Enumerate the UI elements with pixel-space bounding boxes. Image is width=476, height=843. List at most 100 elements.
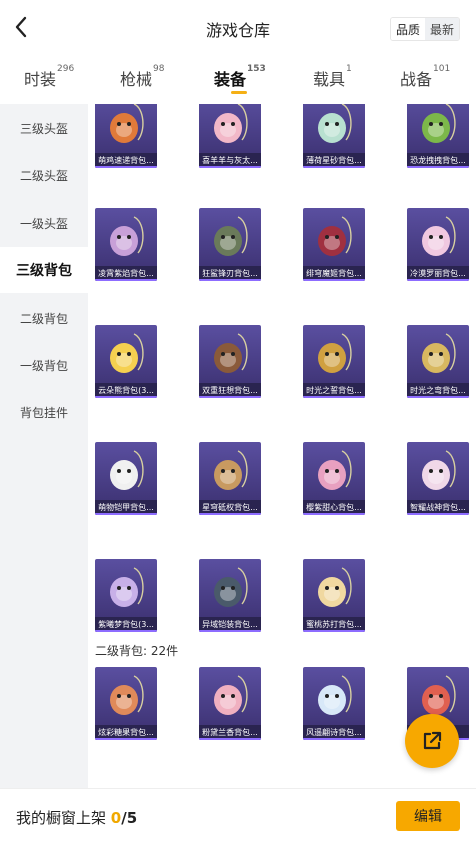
- item-card[interactable]: 智耀战神背包...: [407, 442, 469, 515]
- sidebar-item-level3-backpack[interactable]: 三级背包: [0, 247, 88, 293]
- item-card[interactable]: 狂鲨锋刃背包...: [199, 208, 261, 281]
- tab-count: 296: [57, 64, 75, 74]
- item-card[interactable]: 凌霄紫焰背包...: [95, 208, 157, 281]
- tab-count: 101: [433, 64, 451, 74]
- backpack-icon: [407, 325, 469, 383]
- tab-equipment[interactable]: 装备153: [214, 64, 266, 90]
- backpack-icon: [303, 442, 365, 500]
- showcase-count: 0: [110, 809, 122, 827]
- sort-newest-option[interactable]: 最新: [425, 18, 459, 40]
- rarity-bar: [303, 396, 365, 398]
- rarity-bar: [95, 279, 157, 281]
- sidebar-item-level1-helmet[interactable]: 一级头盔: [0, 200, 88, 246]
- item-card[interactable]: 星穹砥权背包...: [199, 442, 261, 515]
- item-card[interactable]: 时光之誓背包...: [303, 325, 365, 398]
- tab-vehicles[interactable]: 载具1: [313, 64, 352, 90]
- showcase-bar: 我的橱窗上架 0/5 编辑: [0, 788, 476, 843]
- showcase-total: /5: [121, 809, 138, 827]
- rarity-bar: [199, 513, 261, 515]
- item-card[interactable]: 云朵熊背包(3...: [95, 325, 157, 398]
- rarity-bar: [199, 738, 261, 740]
- backpack-icon: [199, 559, 261, 617]
- rarity-bar: [303, 738, 365, 740]
- sidebar-item-backpack-charm[interactable]: 背包挂件: [0, 389, 88, 435]
- rarity-bar: [199, 279, 261, 281]
- backpack-icon: [199, 667, 261, 725]
- top-bar: 游戏仓库 品质 最新: [0, 0, 476, 56]
- item-card[interactable]: 萌物铠甲背包...: [95, 442, 157, 515]
- item-card[interactable]: 风遥翩诗背包...: [303, 667, 365, 740]
- sidebar-item-level2-backpack[interactable]: 二级背包: [0, 295, 88, 341]
- item-card[interactable]: 喜羊羊与灰太...: [199, 104, 261, 168]
- rarity-bar: [95, 513, 157, 515]
- rarity-bar: [303, 513, 365, 515]
- tab-label: 枪械: [120, 70, 153, 89]
- active-tab-indicator: [231, 91, 247, 94]
- category-tabs: 时装296 枪械98 装备153 载具1 战备101: [0, 56, 476, 102]
- rarity-bar: [303, 166, 365, 168]
- showcase-label: 我的橱窗上架: [16, 809, 107, 827]
- backpack-icon: [199, 208, 261, 266]
- backpack-icon: [199, 104, 261, 153]
- rarity-bar: [303, 630, 365, 632]
- section-header: 二级背包: 22件: [95, 644, 179, 658]
- external-link-icon: [423, 731, 442, 750]
- backpack-icon: [95, 208, 157, 266]
- edit-button[interactable]: 编辑: [396, 801, 460, 831]
- rarity-bar: [95, 166, 157, 168]
- rarity-bar: [303, 279, 365, 281]
- rarity-bar: [199, 630, 261, 632]
- item-card[interactable]: 紫曦梦背包(3...: [95, 559, 157, 632]
- item-card[interactable]: 樱紫甜心背包...: [303, 442, 365, 515]
- rarity-bar: [407, 513, 469, 515]
- backpack-icon: [95, 104, 157, 153]
- item-card[interactable]: 恐龙拽拽背包...: [407, 104, 469, 168]
- item-card[interactable]: 萌鸡速递背包...: [95, 104, 157, 168]
- backpack-icon: [407, 442, 469, 500]
- tab-count: 98: [153, 64, 165, 74]
- rarity-bar: [407, 166, 469, 168]
- sidebar-item-level1-backpack[interactable]: 一级背包: [0, 342, 88, 388]
- sidebar-item-level2-helmet[interactable]: 二级头盔: [0, 152, 88, 198]
- tab-label: 装备: [214, 70, 247, 89]
- item-card[interactable]: 薄荷星砂背包...: [303, 104, 365, 168]
- backpack-icon: [303, 104, 365, 153]
- tab-count: 153: [247, 64, 266, 74]
- backpack-icon: [407, 208, 469, 266]
- item-card[interactable]: 冷漠罗丽背包...: [407, 208, 469, 281]
- item-card[interactable]: 粉黛兰香背包...: [199, 667, 261, 740]
- item-card[interactable]: 蜜桃苏打背包...: [303, 559, 365, 632]
- backpack-icon: [303, 667, 365, 725]
- rarity-bar: [407, 396, 469, 398]
- sidebar-item-level3-helmet[interactable]: 三级头盔: [0, 105, 88, 151]
- showcase-status: 我的橱窗上架 0/5: [16, 807, 137, 828]
- item-card[interactable]: 异域铠装背包...: [199, 559, 261, 632]
- rarity-bar: [95, 630, 157, 632]
- backpack-icon: [95, 325, 157, 383]
- sort-toggle[interactable]: 品质 最新: [390, 17, 460, 41]
- rarity-bar: [199, 396, 261, 398]
- item-card[interactable]: 双重狂想背包...: [199, 325, 261, 398]
- backpack-icon: [303, 559, 365, 617]
- tab-battle-gear[interactable]: 战备101: [400, 64, 451, 90]
- backpack-icon: [199, 325, 261, 383]
- backpack-icon: [407, 104, 469, 153]
- share-button[interactable]: [405, 714, 459, 768]
- tab-label: 战备: [400, 70, 433, 89]
- tab-fashion[interactable]: 时装296: [24, 64, 75, 90]
- item-card[interactable]: 时光之弯背包...: [407, 325, 469, 398]
- rarity-bar: [95, 396, 157, 398]
- item-card[interactable]: 绯穹魔姬背包...: [303, 208, 365, 281]
- backpack-icon: [95, 667, 157, 725]
- tab-label: 载具: [313, 70, 346, 89]
- item-card[interactable]: 炫彩糖果背包...: [95, 667, 157, 740]
- backpack-icon: [95, 559, 157, 617]
- tab-weapons[interactable]: 枪械98: [120, 64, 165, 90]
- sort-quality-option[interactable]: 品质: [391, 18, 425, 40]
- backpack-icon: [303, 325, 365, 383]
- backpack-icon: [95, 442, 157, 500]
- item-grid: 二级背包: 22件 萌鸡速递背包... 喜羊羊与灰太... 薄荷星砂背包... 恐龙拽…: [88, 104, 476, 788]
- tab-label: 时装: [24, 70, 57, 89]
- rarity-bar: [95, 738, 157, 740]
- rarity-bar: [199, 166, 261, 168]
